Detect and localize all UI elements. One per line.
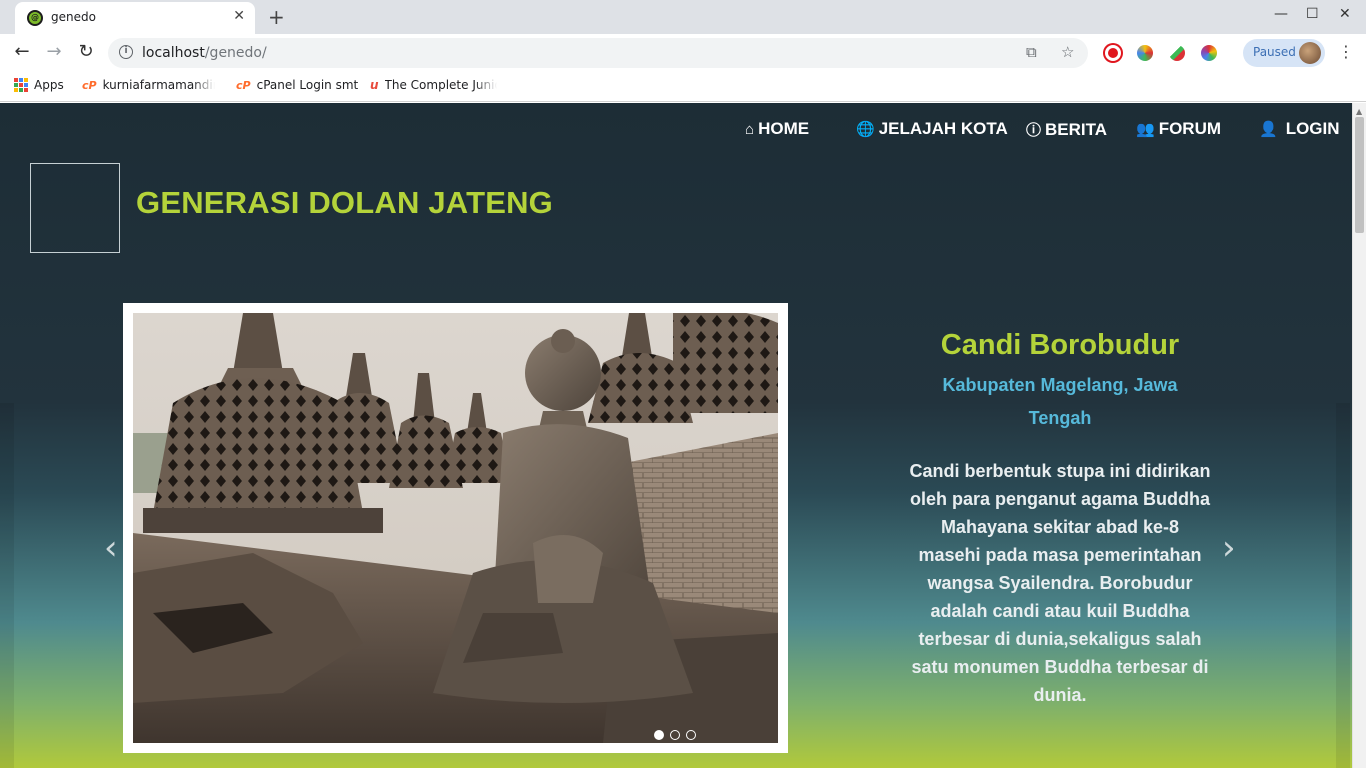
color-extension-icon[interactable]: [1137, 45, 1153, 61]
nav-login[interactable]: 👤 LOGIN: [1259, 119, 1340, 139]
carousel-dot[interactable]: [686, 730, 696, 740]
bookmark-cpanel-login[interactable]: cP cPanel Login smt: [236, 78, 358, 92]
cpanel-icon: cP: [236, 78, 251, 92]
nav-label: JELAJAH KOTA: [878, 119, 1008, 138]
bookmark-complete-junior[interactable]: u The Complete Junior: [370, 78, 497, 92]
scroll-thumb[interactable]: [1355, 117, 1364, 233]
slide-description: Candi berbentuk stupa ini didirikan oleh…: [909, 461, 1211, 705]
carousel-dot[interactable]: [670, 730, 680, 740]
carousel-next-icon[interactable]: ›: [1222, 528, 1236, 568]
url-text[interactable]: localhost/genedo/: [142, 45, 267, 61]
pencil-extension-icon[interactable]: [1169, 45, 1185, 61]
bookmark-label: cPanel Login smt: [256, 78, 359, 92]
site-favicon-icon: @: [27, 10, 43, 26]
nav-label: FORUM: [1158, 119, 1222, 138]
cpanel-icon: cP: [82, 78, 97, 92]
globe-icon: 🌐: [856, 121, 875, 138]
carousel-indicators: [654, 730, 696, 740]
nav-berita[interactable]: ⓘ BERITA: [1026, 119, 1107, 140]
forward-icon[interactable]: →: [42, 41, 66, 62]
bookmark-label: Apps: [34, 78, 64, 92]
bookmark-label: The Complete Junior: [384, 78, 497, 92]
paused-label: Paused: [1253, 45, 1296, 59]
avatar: [1299, 42, 1321, 64]
reload-icon[interactable]: ↻: [74, 41, 98, 62]
carousel-prev-icon[interactable]: ‹: [104, 528, 118, 568]
borobudur-image: [133, 313, 778, 743]
users-icon: 👥: [1136, 121, 1155, 138]
opera-extension-icon[interactable]: [1105, 45, 1121, 61]
home-icon: ⌂: [745, 120, 755, 138]
nav-label: HOME: [758, 119, 810, 138]
browser-tabstrip: @ genedo ✕ + — ☐ ✕: [0, 0, 1366, 34]
close-window-icon[interactable]: ✕: [1339, 6, 1351, 22]
carousel-dot[interactable]: [654, 730, 664, 740]
address-bar[interactable]: i localhost/genedo/ ⧉ ☆: [108, 38, 1088, 68]
site-info-icon[interactable]: i: [119, 45, 133, 59]
browser-menu-icon[interactable]: ⋮: [1338, 42, 1354, 61]
borobudur-photo: [133, 313, 778, 743]
carousel-slide: [123, 303, 788, 753]
bookmark-star-icon[interactable]: ☆: [1061, 43, 1074, 61]
right-shade: [1336, 403, 1350, 768]
minimize-icon[interactable]: —: [1274, 6, 1288, 22]
site-title: GENERASI DOLAN JATENG: [136, 185, 553, 220]
scroll-up-icon[interactable]: ▲: [1356, 107, 1362, 116]
close-tab-icon[interactable]: ✕: [233, 8, 245, 24]
info-circle-icon: ⓘ: [1026, 122, 1042, 139]
url-host: localhost: [142, 45, 205, 61]
bookmark-apps[interactable]: Apps: [14, 78, 64, 92]
slide-title: Candi Borobudur: [940, 329, 1180, 361]
bookmark-kurniafarmamandiri[interactable]: cP kurniafarmamandiri: [82, 78, 215, 92]
page-content: ⌂ HOME 🌐 JELAJAH KOTA ⓘ BERITA 👥 FORUM 👤…: [0, 103, 1352, 768]
slide-caption: Candi Borobudur Kabupaten Magelang, Jawa…: [900, 325, 1220, 709]
apps-grid-icon: [14, 78, 28, 92]
left-shade: [0, 403, 14, 768]
udemy-icon: u: [370, 78, 379, 92]
new-tab-icon[interactable]: +: [268, 5, 285, 29]
url-path: /genedo/: [204, 45, 267, 61]
user-icon: 👤: [1259, 121, 1278, 138]
back-icon[interactable]: ←: [10, 41, 34, 62]
nav-label: LOGIN: [1285, 119, 1340, 138]
tab-title: genedo: [51, 10, 96, 24]
nav-home[interactable]: ⌂ HOME: [745, 119, 809, 139]
nav-label: BERITA: [1045, 119, 1108, 139]
slide-location: Kabupaten Magelang, Jawa Tengah: [942, 375, 1178, 428]
bookmarks-bar: Apps cP kurniafarmamandiri cP cPanel Log…: [0, 72, 1366, 102]
palette-extension-icon[interactable]: [1201, 45, 1217, 61]
nav-forum[interactable]: 👥 FORUM: [1136, 119, 1221, 139]
maximize-icon[interactable]: ☐: [1306, 6, 1319, 22]
nav-jelajah-kota[interactable]: 🌐 JELAJAH KOTA: [856, 119, 1008, 139]
translate-icon[interactable]: ⧉: [1026, 43, 1037, 61]
page-scrollbar[interactable]: ▲: [1352, 103, 1366, 768]
browser-toolbar: ← → ↻ i localhost/genedo/ ⧉ ☆ Paused ⋮: [0, 34, 1366, 72]
profile-paused-button[interactable]: Paused: [1243, 39, 1325, 67]
browser-tab[interactable]: @ genedo ✕: [15, 2, 255, 34]
site-logo[interactable]: [30, 163, 120, 253]
bookmark-label: kurniafarmamandiri: [102, 78, 215, 92]
